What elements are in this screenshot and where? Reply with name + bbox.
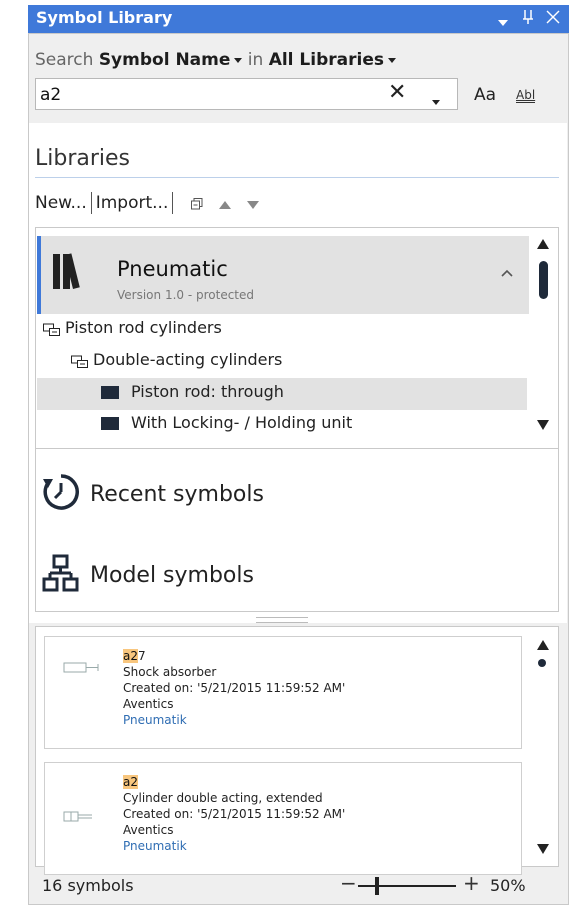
tree-item-piston-rod-cylinders[interactable]: Piston rod cylinders — [43, 318, 222, 346]
search-box: ✕ — [35, 78, 458, 111]
result-created: Created on: '5/21/2015 11:59:52 AM' — [123, 681, 346, 695]
scroll-up-icon[interactable] — [537, 638, 549, 654]
folder-icon — [101, 386, 119, 399]
zoom-in-button[interactable]: + — [463, 871, 480, 895]
hierarchy-icon — [42, 554, 80, 598]
clock-history-icon — [42, 473, 80, 517]
model-symbols-label: Model symbols — [90, 563, 254, 588]
pin-icon[interactable] — [522, 9, 534, 29]
zoom-slider[interactable] — [358, 885, 456, 887]
scroll-down-icon[interactable] — [537, 418, 549, 434]
recent-symbols-item[interactable]: Recent symbols — [42, 473, 264, 517]
libraries-heading: Libraries — [35, 146, 131, 171]
category-node-icon — [71, 354, 89, 368]
model-symbols-item[interactable]: Model symbols — [42, 554, 254, 598]
splitter-handle[interactable] — [256, 617, 308, 623]
libraries-toolbar: New... Import... — [35, 192, 260, 214]
result-created: Created on: '5/21/2015 11:59:52 AM' — [123, 807, 346, 821]
zoom-slider-knob[interactable] — [375, 877, 379, 895]
tree-item-double-acting-cylinders[interactable]: Double-acting cylinders — [71, 350, 282, 378]
result-text: a27 Shock absorber Created on: '5/21/201… — [123, 648, 345, 728]
folder-icon — [101, 417, 119, 430]
search-history-dropdown-icon[interactable] — [432, 92, 440, 111]
scrollbar-thumb[interactable] — [539, 261, 548, 299]
result-description: Shock absorber — [123, 665, 217, 679]
match-case-button[interactable]: Aa — [474, 85, 496, 105]
divider — [35, 177, 559, 178]
tree-item-label: Piston rod cylinders — [65, 318, 222, 337]
scroll-down-icon[interactable] — [537, 842, 549, 858]
search-options: Search Symbol Name in All Libraries — [35, 50, 396, 70]
tree-item-piston-rod-through[interactable]: Piston rod: through — [101, 382, 284, 410]
name-rest: 7 — [138, 649, 146, 663]
scrollbar-thumb[interactable] — [538, 659, 546, 667]
collapse-all-icon[interactable] — [190, 196, 207, 212]
result-library[interactable]: Pneumatik — [123, 838, 345, 854]
move-up-icon[interactable] — [219, 197, 235, 211]
chevron-up-icon[interactable] — [501, 262, 513, 281]
tree-item-locking-holding-unit[interactable]: With Locking- / Holding unit — [101, 413, 352, 441]
result-name: a27 — [123, 648, 345, 664]
whole-word-button[interactable]: Abl — [516, 88, 536, 103]
recent-symbols-label: Recent symbols — [90, 482, 264, 507]
cylinder-symbol-icon — [63, 811, 92, 822]
match-highlight: a2 — [123, 775, 138, 789]
library-accent — [37, 236, 41, 314]
close-icon[interactable] — [546, 10, 560, 28]
zoom-level: 50% — [490, 876, 526, 895]
search-in-text: in — [247, 50, 264, 70]
import-library-button[interactable]: Import... — [96, 193, 169, 213]
title-bar: Symbol Library — [28, 5, 569, 33]
tree-item-label: Piston rod: through — [131, 382, 284, 401]
library-header[interactable] — [37, 236, 529, 314]
window-title: Symbol Library — [36, 8, 173, 27]
result-vendor: Aventics — [123, 697, 174, 711]
library-version: Version 1.0 - protected — [117, 288, 255, 302]
tree-item-label: With Locking- / Holding unit — [131, 413, 353, 432]
move-down-icon[interactable] — [247, 197, 260, 211]
zoom-out-button[interactable]: − — [340, 871, 357, 895]
search-prefix: Search — [35, 50, 94, 70]
new-library-button[interactable]: New... — [35, 193, 87, 213]
shock-absorber-symbol-icon — [63, 662, 99, 673]
result-text: a2 Cylinder double acting, extended Crea… — [123, 774, 345, 854]
scroll-up-icon[interactable] — [537, 237, 549, 253]
category-node-icon — [43, 322, 61, 336]
match-highlight: a2 — [123, 649, 138, 663]
tree-item-label: Double-acting cylinders — [93, 350, 283, 369]
search-field-selector[interactable]: Symbol Name — [99, 50, 243, 70]
result-description: Cylinder double acting, extended — [123, 791, 323, 805]
result-name: a2 — [123, 774, 345, 790]
clear-search-icon[interactable]: ✕ — [388, 80, 406, 105]
library-name: Pneumatic — [117, 257, 228, 281]
result-vendor: Aventics — [123, 823, 174, 837]
result-library[interactable]: Pneumatik — [123, 712, 345, 728]
search-scope-selector[interactable]: All Libraries — [269, 50, 396, 70]
window-menu-icon[interactable] — [498, 13, 508, 31]
symbol-count: 16 symbols — [42, 876, 134, 895]
search-input[interactable] — [36, 79, 382, 111]
